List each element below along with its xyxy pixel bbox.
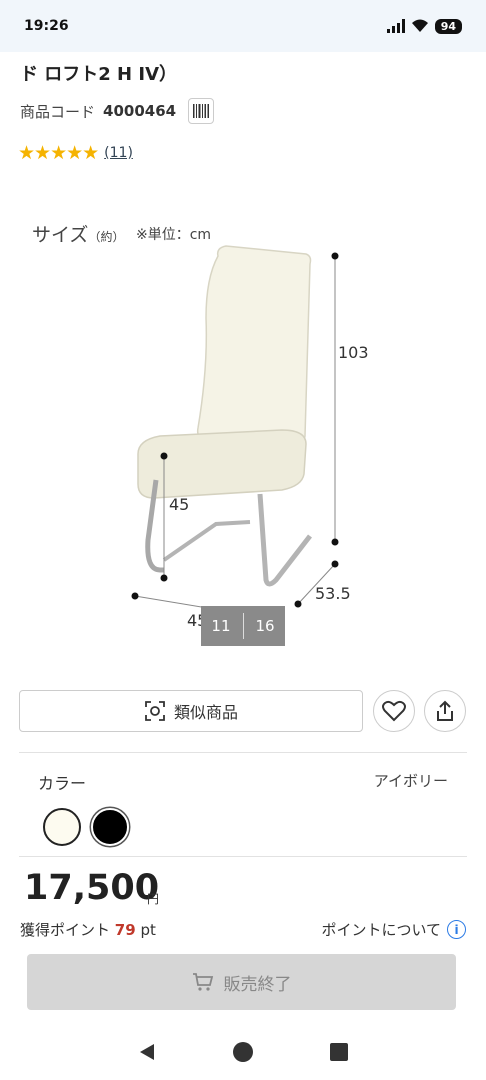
product-title: ド ロフト2 H IV） xyxy=(20,64,178,85)
wifi-icon xyxy=(411,19,428,32)
dim-depth: 53.5 xyxy=(315,584,351,603)
price-currency: 円 xyxy=(147,892,160,906)
color-swatch-ivory[interactable] xyxy=(43,808,81,846)
size-label-paren: （約） xyxy=(88,230,125,244)
status-time: 19:26 xyxy=(24,18,69,34)
status-icons: 94 xyxy=(386,18,462,34)
image-search-icon xyxy=(145,701,165,721)
dim-seat-height: 45 xyxy=(169,495,190,514)
system-nav-bar xyxy=(0,1024,486,1080)
color-swatch-black[interactable] xyxy=(91,808,129,846)
share-button[interactable] xyxy=(424,690,466,732)
size-label: サイズ（約） xyxy=(32,220,124,247)
rating-stars-icon: ★★★★★ xyxy=(18,142,99,164)
soldout-button: 販売終了 xyxy=(27,954,456,1010)
color-label: カラー xyxy=(38,774,87,793)
price-amount: 17,500 xyxy=(24,868,160,908)
barcode-icon[interactable] xyxy=(188,98,215,124)
image-counter-divider xyxy=(242,613,244,639)
divider xyxy=(19,856,467,857)
image-counter-current: 11 xyxy=(211,617,231,635)
image-counter-total: 16 xyxy=(255,617,275,635)
dim-height: 103 xyxy=(338,343,369,362)
home-icon[interactable] xyxy=(232,1041,254,1063)
battery-indicator: 94 xyxy=(434,18,462,34)
cart-icon xyxy=(192,973,213,991)
image-counter: 11 16 xyxy=(201,606,285,646)
size-unit-note: ※単位：cm xyxy=(136,227,212,243)
points-about-label: ポイントについて xyxy=(321,921,441,939)
points-value: 79 xyxy=(114,921,136,939)
recents-icon[interactable] xyxy=(329,1042,349,1062)
points-about-link[interactable]: ポイントについて i xyxy=(321,919,466,940)
points-earned: 獲得ポイント 79 pt xyxy=(20,919,156,940)
size-label-text: サイズ xyxy=(32,224,89,246)
points-label: 獲得ポイント xyxy=(20,921,111,939)
heart-icon xyxy=(382,700,406,722)
similar-products-button[interactable]: 類似商品 xyxy=(19,690,363,732)
back-icon[interactable] xyxy=(137,1042,157,1062)
status-bar: 19:26 94 xyxy=(0,0,486,52)
rating-row[interactable]: ★★★★★ (11) xyxy=(18,142,133,164)
signal-icon xyxy=(386,19,405,33)
similar-products-label: 類似商品 xyxy=(173,703,238,722)
divider xyxy=(19,752,467,753)
color-selected-value: アイボリー xyxy=(373,772,448,790)
product-image[interactable] xyxy=(20,208,466,648)
product-code-value: 4000464 xyxy=(103,102,177,120)
review-count-link[interactable]: (11) xyxy=(104,145,133,161)
share-icon xyxy=(437,700,453,721)
product-code-label: 商品コード xyxy=(20,102,96,121)
soldout-label: 販売終了 xyxy=(223,974,292,995)
info-icon: i xyxy=(447,920,466,939)
points-unit: pt xyxy=(140,921,156,939)
product-code-row: 商品コード 4000464 xyxy=(20,98,215,124)
favorite-button[interactable] xyxy=(373,690,415,732)
